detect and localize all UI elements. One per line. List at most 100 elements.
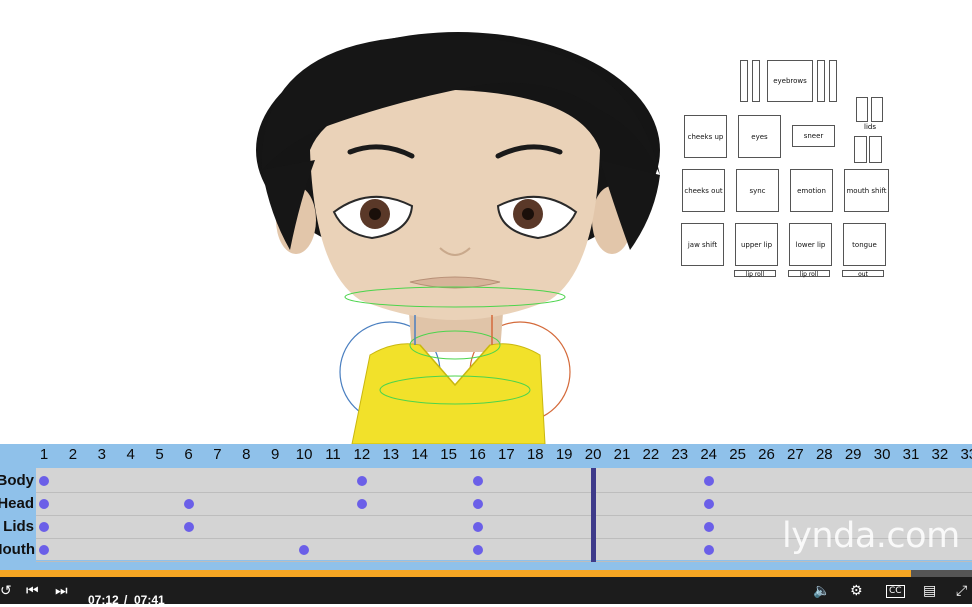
frame-number[interactable]: 32 (926, 446, 954, 463)
panel-eyebrows[interactable]: eyebrows (767, 60, 813, 102)
frame-number[interactable]: 15 (435, 446, 463, 463)
keyframe-marker[interactable] (39, 499, 49, 509)
panel-lower-lip[interactable]: lower lip (789, 223, 832, 266)
panel-lip-roll-upper[interactable]: lip roll (734, 270, 776, 278)
keyframe-marker[interactable] (39, 476, 49, 486)
keyframe-marker[interactable] (299, 545, 310, 555)
volume-icon[interactable]: 🔈 (813, 583, 830, 599)
closed-captions-icon[interactable]: CC (886, 585, 905, 598)
eyebrow-slider[interactable] (740, 60, 748, 102)
keyframe-marker[interactable] (703, 499, 714, 509)
panel-sneer[interactable]: sneer (792, 125, 835, 147)
keyframe-marker[interactable] (472, 476, 483, 486)
lynda-watermark: lynda.com (782, 516, 960, 556)
frame-number[interactable]: 18 (521, 446, 549, 463)
keyframe-marker[interactable] (183, 522, 194, 532)
eyebrow-slider[interactable] (829, 60, 837, 102)
frame-number[interactable]: 26 (753, 446, 781, 463)
keyframe-marker[interactable] (356, 499, 367, 509)
duration: 07:41 (134, 593, 165, 607)
frame-number[interactable]: 29 (839, 446, 867, 463)
frame-number[interactable]: 21 (608, 446, 636, 463)
panel-tongue[interactable]: tongue (843, 223, 886, 266)
frame-ruler[interactable]: 1 2 3 4 5 6 7 8 9 10 11 12 13 14 15 16 17 18 19 20 21 22 23 24 2… (0, 444, 972, 466)
frame-number[interactable]: 16 (464, 446, 492, 463)
panel-sync[interactable]: sync (736, 169, 779, 212)
video-progress-bar[interactable] (0, 570, 972, 577)
frame-number[interactable]: 13 (377, 446, 405, 463)
panel-label: emotion (797, 186, 826, 195)
keyframe-marker[interactable] (356, 476, 367, 486)
panel-cheeks-up[interactable]: cheeks up (684, 115, 727, 158)
frame-number[interactable]: 12 (348, 446, 376, 463)
eyebrow-slider[interactable] (752, 60, 760, 102)
frame-number[interactable]: 8 (232, 446, 260, 463)
panel-label: jaw shift (687, 240, 718, 249)
lid-slider[interactable] (869, 136, 882, 163)
3d-viewport[interactable]: eyebrows lids cheeks up eyes sneer cheek… (0, 0, 972, 444)
keyframe-marker[interactable] (703, 476, 714, 486)
frame-number[interactable]: 22 (637, 446, 665, 463)
frame-number[interactable]: 5 (146, 446, 174, 463)
frame-number[interactable]: 7 (203, 446, 231, 463)
lid-slider[interactable] (854, 136, 867, 163)
frame-number[interactable]: 10 (290, 446, 318, 463)
playlist-icon[interactable]: ▤ (923, 583, 936, 599)
keyframe-marker[interactable] (183, 499, 194, 509)
panel-label: tongue (852, 240, 877, 249)
panel-mouth-shift[interactable]: mouth shift (844, 169, 889, 212)
frame-number[interactable]: 31 (897, 446, 925, 463)
frame-number[interactable]: 2 (59, 446, 87, 463)
eyebrow-slider[interactable] (817, 60, 825, 102)
panel-out[interactable]: out (842, 270, 884, 278)
settings-icon[interactable]: ⚙ (850, 583, 863, 599)
panel-cheeks-out[interactable]: cheeks out (682, 169, 725, 212)
lid-slider[interactable] (856, 97, 868, 122)
frame-number[interactable]: 11 (319, 446, 347, 463)
panel-lids: lids (864, 123, 876, 131)
track-label: Head (0, 495, 34, 512)
keyframe-marker[interactable] (39, 545, 49, 555)
panel-emotion[interactable]: emotion (790, 169, 833, 212)
frame-number[interactable]: 1 (30, 446, 58, 463)
panel-upper-lip[interactable]: upper lip (735, 223, 778, 266)
frame-number[interactable]: 20 (579, 446, 607, 463)
panel-label: lower lip (795, 240, 826, 249)
video-controls: ↺ ⏮ ⏭ 07:12 / 07:41 🔈 ⚙ CC ▤ ⤢ (0, 577, 972, 607)
frame-number[interactable]: 25 (724, 446, 752, 463)
frame-number[interactable]: 3 (88, 446, 116, 463)
panel-label: cheeks out (684, 186, 723, 195)
keyframe-marker[interactable] (703, 522, 714, 532)
skip-back-icon[interactable]: ⏮ (26, 583, 39, 599)
skip-forward-icon[interactable]: ⏭ (55, 583, 68, 599)
keyframe-marker[interactable] (472, 545, 483, 555)
keyframe-marker[interactable] (703, 545, 714, 555)
frame-number[interactable]: 19 (550, 446, 578, 463)
keyframe-marker[interactable] (472, 499, 483, 509)
frame-number[interactable]: 33 (955, 446, 972, 463)
panel-label: cheeks up (687, 132, 724, 141)
frame-number[interactable]: 24 (695, 446, 723, 463)
frame-number[interactable]: 9 (261, 446, 289, 463)
frame-number[interactable]: 4 (117, 446, 145, 463)
panel-eyes[interactable]: eyes (738, 115, 781, 158)
fullscreen-icon[interactable]: ⤢ (956, 583, 967, 599)
keyframe-marker[interactable] (472, 522, 483, 532)
frame-number[interactable]: 17 (492, 446, 520, 463)
panel-label: sneer (803, 132, 824, 140)
playhead[interactable] (591, 468, 597, 562)
frame-number[interactable]: 14 (406, 446, 434, 463)
frame-number[interactable]: 6 (175, 446, 203, 463)
panel-label: eyebrows (773, 77, 807, 85)
keyframe-marker[interactable] (39, 522, 49, 532)
panel-jaw-shift[interactable]: jaw shift (681, 223, 724, 266)
track-label: Lids (3, 518, 34, 535)
replay-icon[interactable]: ↺ (0, 583, 12, 599)
frame-number[interactable]: 27 (781, 446, 809, 463)
track-row (36, 561, 972, 562)
frame-number[interactable]: 28 (810, 446, 838, 463)
panel-lip-roll-lower[interactable]: lip roll (788, 270, 830, 278)
frame-number[interactable]: 30 (868, 446, 896, 463)
frame-number[interactable]: 23 (666, 446, 694, 463)
lid-slider[interactable] (871, 97, 883, 122)
